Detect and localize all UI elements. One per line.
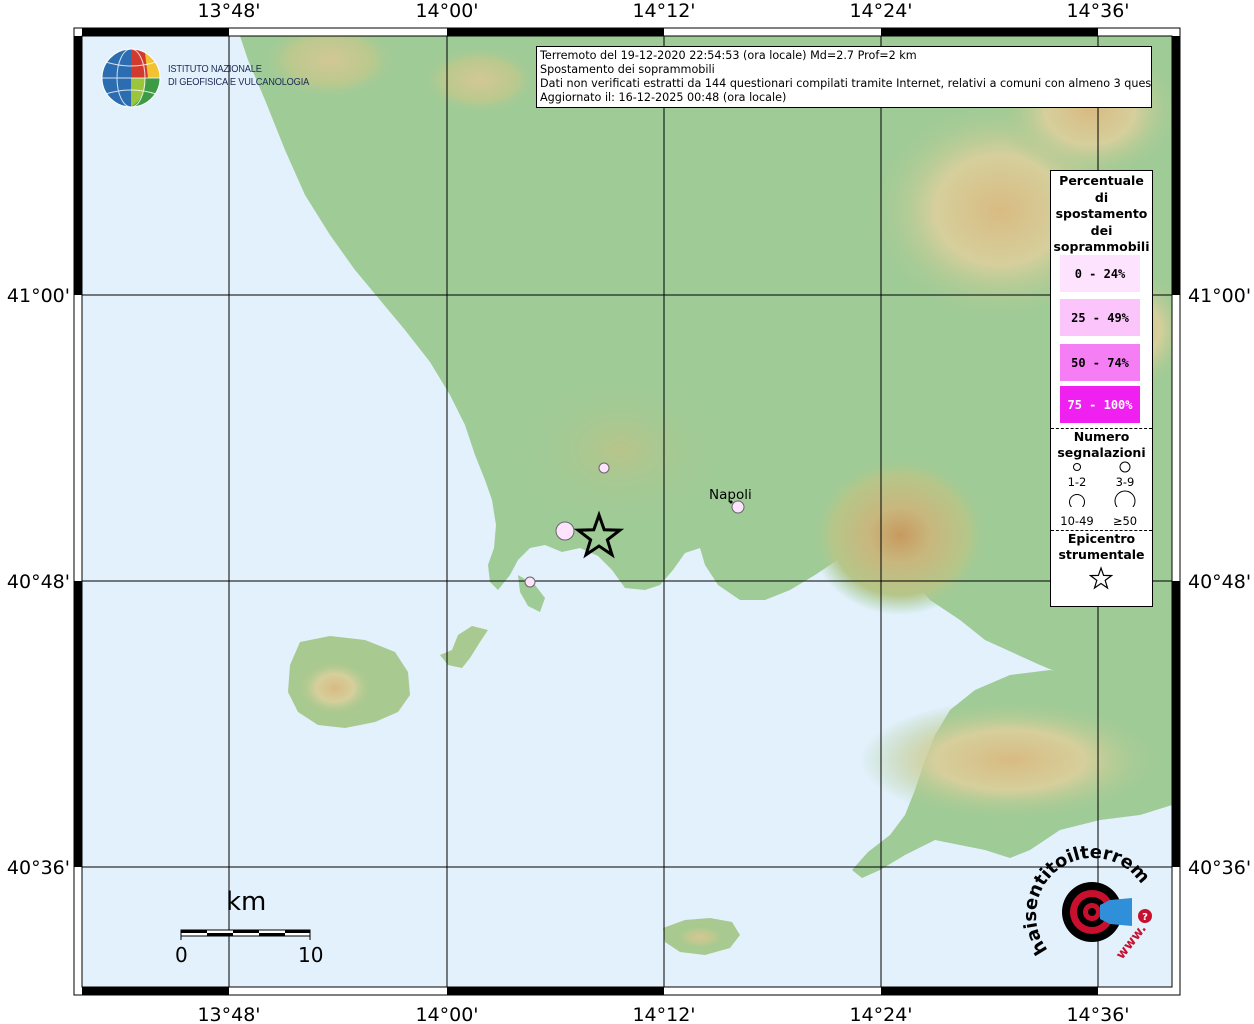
legend-panel: Percentuale di spostamento dei soprammob… xyxy=(1050,170,1153,607)
institution-line: DI GEOFISICA E VULCANOLOGIA xyxy=(168,76,310,88)
lon-label: 13°48' xyxy=(197,1004,260,1024)
lat-label: 40°36' xyxy=(7,857,70,879)
event-info-box: Terremoto del 19-12-2020 22:54:53 (ora l… xyxy=(536,46,1152,108)
legend-count-label: 3-9 xyxy=(1115,475,1135,489)
lat-label: 40°48' xyxy=(1188,571,1251,593)
relief-campi-flegrei xyxy=(510,370,730,530)
capri-relief xyxy=(675,925,725,949)
lat-labels-left: 41°00' 40°48' 40°36' xyxy=(7,285,70,879)
lon-label: 14°12' xyxy=(632,1004,695,1024)
lon-label: 14°12' xyxy=(632,0,695,22)
lon-label: 13°48' xyxy=(197,0,260,22)
lon-label: 14°36' xyxy=(1066,0,1129,22)
lat-label: 41°00' xyxy=(1188,285,1251,307)
lon-label: 14°00' xyxy=(415,1004,478,1024)
legend-epicenter-title-line: Epicentro xyxy=(1067,531,1136,546)
legend-title-line: dei xyxy=(1090,222,1113,238)
relief-north-hills xyxy=(420,45,540,115)
institution-name: ISTITUTO NAZIONALE DI GEOFISICA E VULCAN… xyxy=(168,63,309,89)
legend-count-label: ≥50 xyxy=(1112,514,1138,528)
legend-count-title-line: Numero xyxy=(1073,429,1130,444)
lon-label: 14°24' xyxy=(849,0,912,22)
legend-epicenter-title-line: strumentale xyxy=(1058,547,1145,562)
ischia-relief xyxy=(297,660,373,716)
legend-title-line: Percentuale xyxy=(1059,173,1144,188)
report-point[interactable] xyxy=(555,521,575,541)
lat-label: 40°48' xyxy=(7,571,70,593)
lat-label: 40°36' xyxy=(1188,857,1251,879)
lon-label: 14°24' xyxy=(849,1004,912,1024)
lat-label: 41°00' xyxy=(7,285,70,307)
legend-class-swatch: 0 - 24% xyxy=(1060,255,1140,292)
legend-title-line: soprammobili xyxy=(1053,239,1150,254)
legend-count-label: 1-2 xyxy=(1067,475,1087,489)
legend-count-label: 10-49 xyxy=(1060,514,1094,528)
lon-labels-bottom: 13°48' 14°00' 14°12' 14°24' 14°36' xyxy=(197,1004,1129,1024)
legend-epicenter-title: Epicentro strumentale xyxy=(1051,531,1152,563)
city-label-napoli: Napoli xyxy=(709,487,752,503)
legend-count-title: Numero segnalazioni xyxy=(1051,429,1152,461)
institution-line: ISTITUTO NAZIONALE xyxy=(168,63,262,75)
event-info-line: Terremoto del 19-12-2020 22:54:53 (ora l… xyxy=(540,49,917,62)
relief-vesuvio xyxy=(810,455,990,615)
scale-bar-start: 0 xyxy=(175,943,188,967)
legend-size-small xyxy=(1073,463,1081,471)
legend-class-swatch: 50 - 74% xyxy=(1060,344,1140,381)
legend-title-line: spostamento xyxy=(1055,206,1148,221)
legend-size-large xyxy=(1069,494,1085,507)
legend-title: Percentuale di spostamento dei soprammob… xyxy=(1051,173,1152,256)
event-info-line: Dati non verificati estratti da 144 ques… xyxy=(540,77,1152,90)
report-point[interactable] xyxy=(598,462,610,474)
legend-class-swatch: 25 - 49% xyxy=(1060,299,1140,336)
legend-class-swatch: 75 - 100% xyxy=(1060,386,1140,423)
lat-labels-right: 41°00' 40°48' 40°36' xyxy=(1188,285,1251,879)
legend-star-icon xyxy=(1089,566,1113,590)
event-info-line: Spostamento dei soprammobili xyxy=(540,63,715,76)
scale-bar-unit: km xyxy=(226,887,267,917)
event-info-line: Aggiornato il: 16-12-2025 00:48 (ora loc… xyxy=(540,91,787,104)
ingv-logo-icon xyxy=(101,48,161,108)
legend-size-xlarge xyxy=(1114,490,1136,507)
lon-label: 14°36' xyxy=(1066,1004,1129,1024)
scale-bar-end: 10 xyxy=(298,943,324,967)
lon-label: 14°00' xyxy=(415,0,478,22)
legend-title-line: di xyxy=(1094,189,1109,205)
report-point[interactable] xyxy=(524,576,536,588)
relief-lattari xyxy=(860,700,1160,820)
svg-text:?: ? xyxy=(1142,912,1148,923)
lon-labels-top: 13°48' 14°00' 14°12' 14°24' 14°36' xyxy=(197,0,1129,22)
legend-size-medium xyxy=(1119,461,1131,473)
